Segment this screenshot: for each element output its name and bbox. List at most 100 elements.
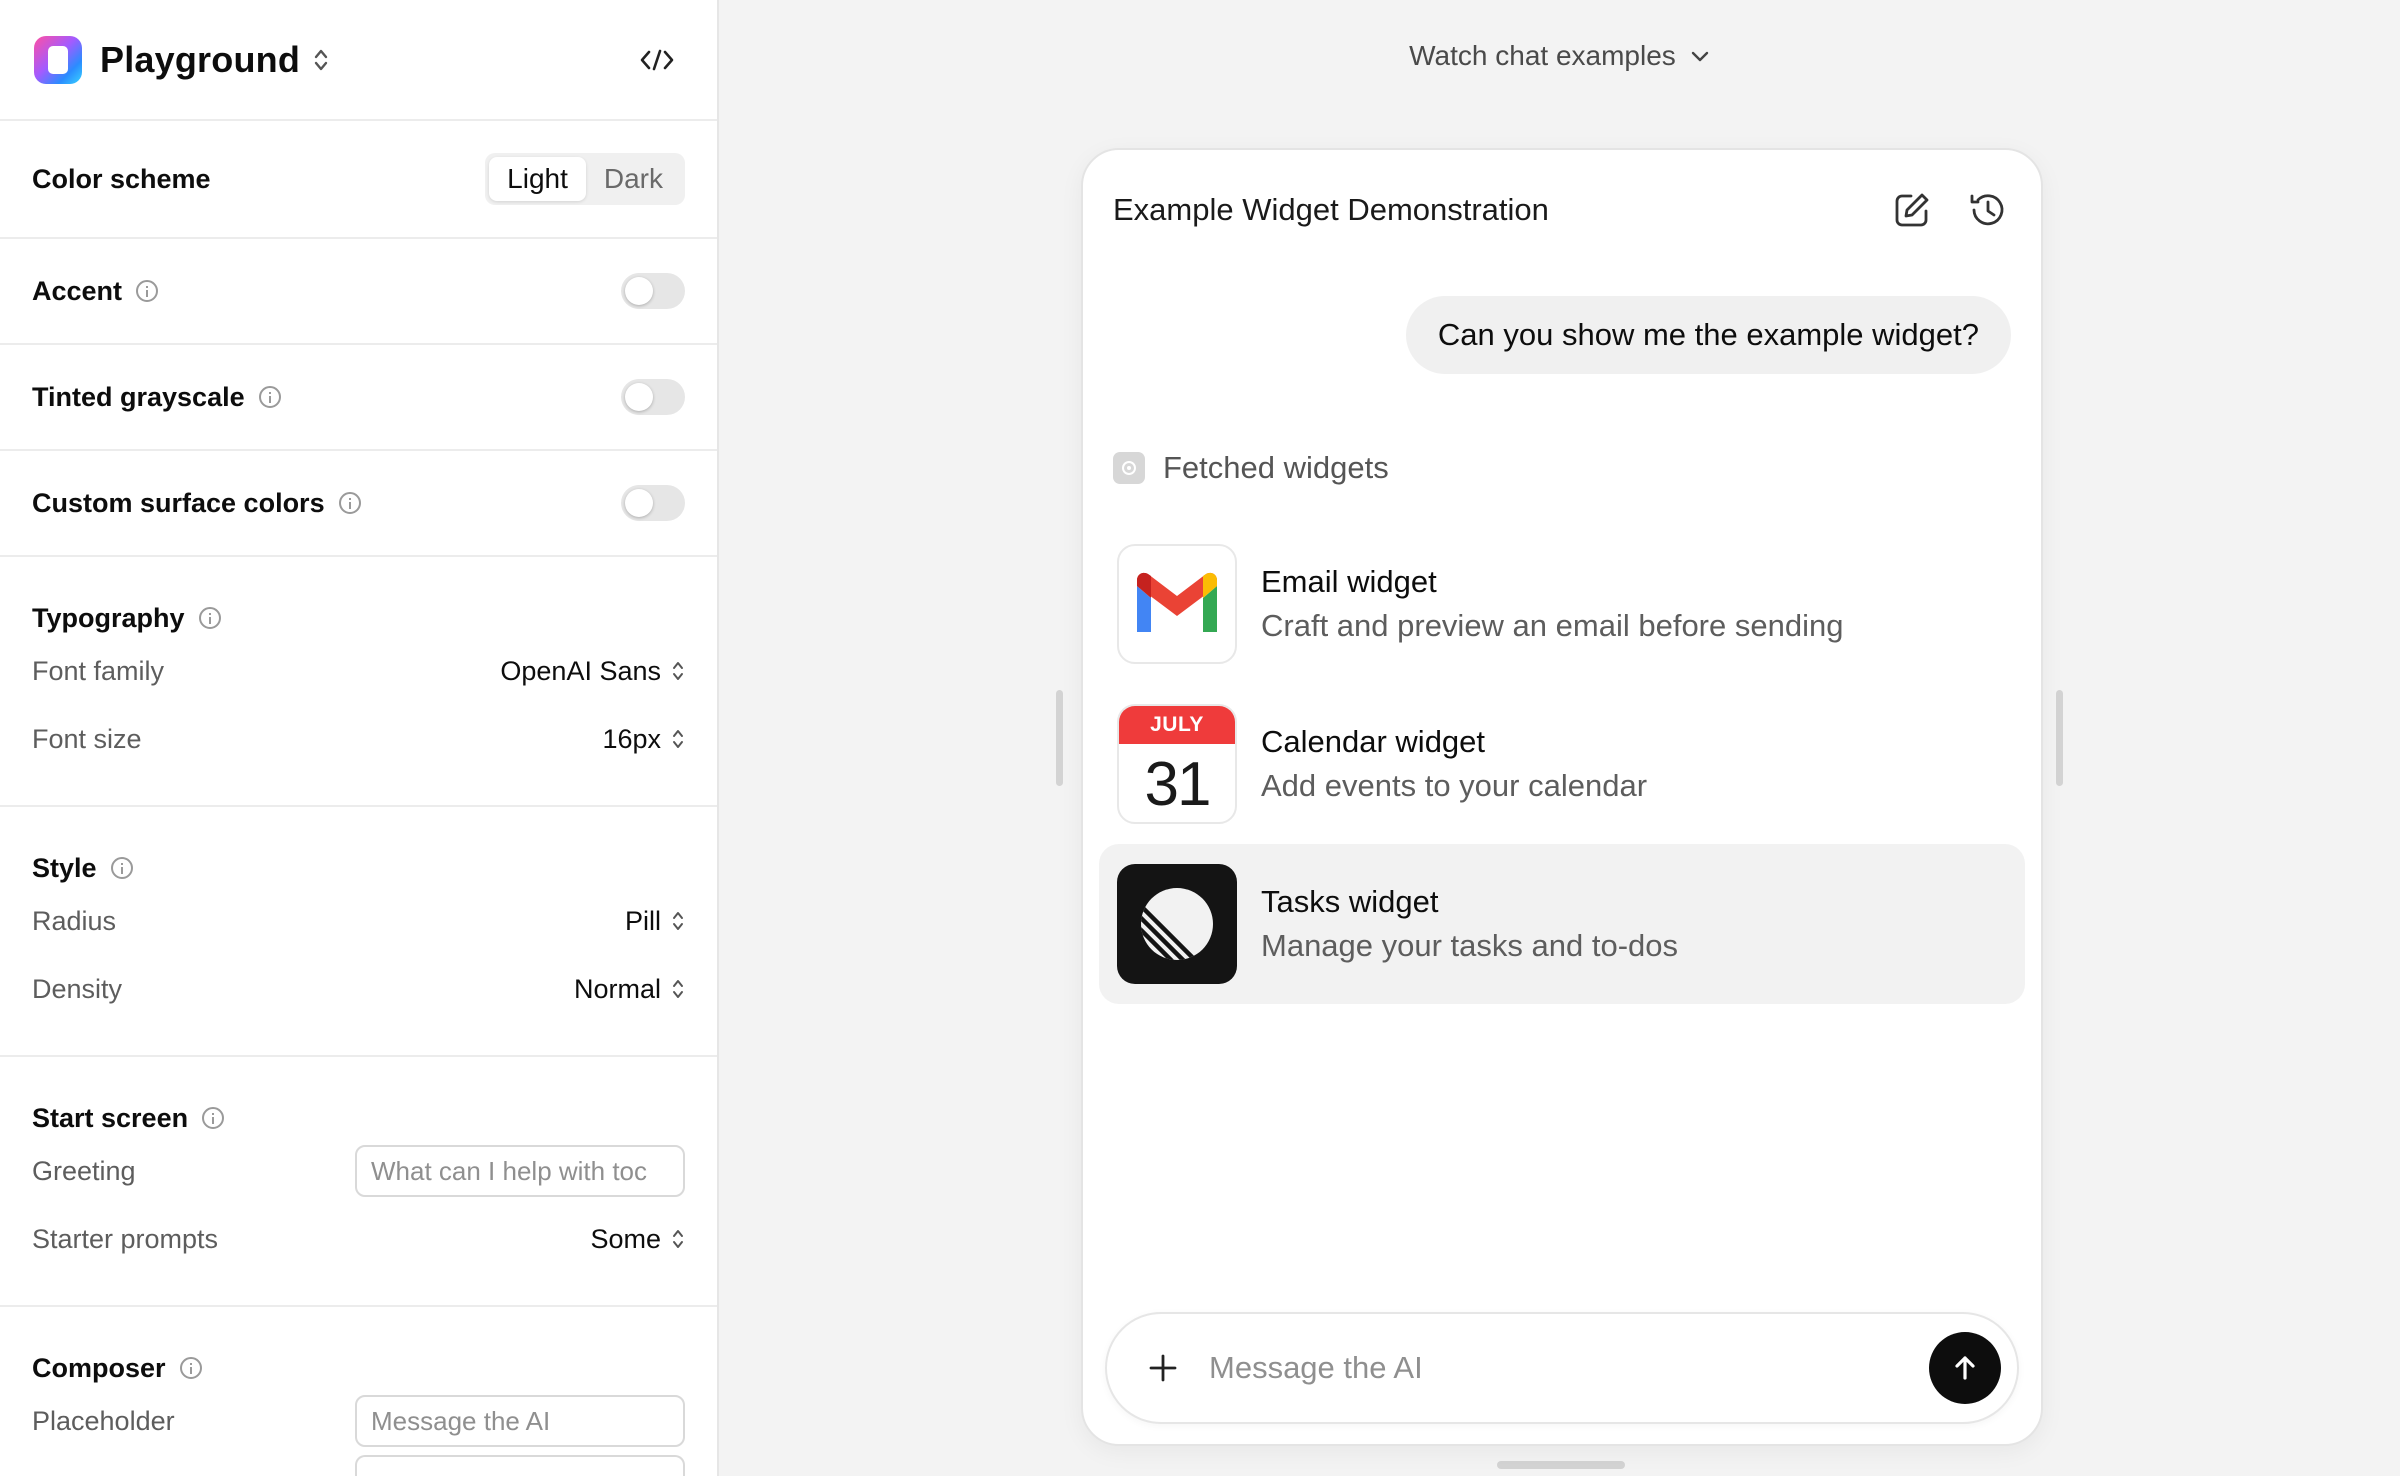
calendar-day: 31: [1144, 749, 1212, 819]
greeting-label: Greeting: [32, 1155, 136, 1186]
style-heading-text: Style: [32, 852, 97, 883]
font-family-select[interactable]: OpenAI Sans: [500, 656, 685, 687]
font-family-label: Font family: [32, 655, 165, 686]
start-screen-heading: Start screen: [32, 1102, 225, 1134]
chevron-updown-icon[interactable]: [312, 46, 330, 74]
widget-text: Email widget Craft and preview an email …: [1261, 564, 1843, 644]
font-size-select[interactable]: 16px: [602, 724, 685, 755]
style-section: Style Radius Pill Density Normal: [0, 807, 717, 1057]
chat-header-actions: [1889, 187, 2011, 233]
accent-label-text: Accent: [32, 275, 123, 306]
density-value: Normal: [573, 973, 661, 1004]
widget-list: Email widget Craft and preview an email …: [1099, 524, 2025, 1004]
new-chat-button[interactable]: [1889, 187, 1935, 233]
color-scheme-dark-option[interactable]: Dark: [586, 157, 681, 201]
tasks-icon: [1117, 864, 1237, 984]
tool-icon: [1113, 452, 1145, 484]
color-scheme-section: Color scheme Light Dark: [0, 121, 717, 239]
font-size-label: Font size: [32, 723, 142, 754]
placeholder-label: Placeholder: [32, 1405, 175, 1436]
widget-description: Craft and preview an email before sendin…: [1261, 608, 1844, 643]
widget-item-email[interactable]: Email widget Craft and preview an email …: [1099, 524, 2025, 684]
resize-handle-right[interactable]: [2056, 690, 2063, 786]
plus-icon: [1149, 1354, 1177, 1382]
resize-handle-left[interactable]: [1056, 690, 1063, 786]
radius-value: Pill: [624, 905, 661, 936]
color-scheme-toggle: Light Dark: [485, 153, 685, 205]
composer-heading-text: Composer: [32, 1352, 166, 1383]
radius-label: Radius: [32, 905, 117, 936]
gmail-icon: [1117, 544, 1237, 664]
widget-description: Add events to your calendar: [1261, 768, 1648, 803]
info-icon[interactable]: [258, 386, 281, 408]
starter-prompts-value: Some: [590, 1223, 661, 1254]
chevron-updown-icon: [671, 657, 685, 685]
app-logo-icon: [34, 35, 82, 84]
attach-button[interactable]: [1143, 1348, 1183, 1388]
accent-label: Accent: [32, 275, 159, 307]
chat-title: Example Widget Demonstration: [1113, 192, 1549, 227]
tinted-grayscale-label: Tinted grayscale: [32, 382, 281, 413]
info-icon[interactable]: [179, 1357, 202, 1379]
typography-section: Typography Font family OpenAI Sans Font …: [0, 557, 717, 807]
chevron-updown-icon: [671, 907, 685, 935]
widget-description: Manage your tasks and to-dos: [1261, 928, 1679, 963]
custom-surface-colors-toggle[interactable]: [621, 485, 685, 521]
send-button[interactable]: [1929, 1332, 2001, 1404]
widget-item-calendar[interactable]: JULY 31 Calendar widget Add events to yo…: [1099, 684, 2025, 844]
fetched-widgets-label: Fetched widgets: [1163, 450, 1389, 485]
custom-surface-colors-label-text: Custom surface colors: [32, 487, 325, 518]
density-select[interactable]: Normal: [574, 974, 685, 1005]
settings-sidebar: Playground Color scheme Light Dark Accen…: [0, 0, 719, 1476]
user-message-bubble: Can you show me the example widget?: [1405, 296, 2011, 374]
widget-text: Tasks widget Manage your tasks and to-do…: [1261, 884, 1678, 964]
info-icon[interactable]: [338, 492, 361, 514]
info-icon[interactable]: [202, 1107, 225, 1129]
composer-section: Composer Placeholder Message the AI: [0, 1307, 717, 1476]
app-title[interactable]: Playground: [100, 39, 300, 81]
fetched-widgets-status: Fetched widgets: [1113, 450, 1389, 486]
tinted-grayscale-label-text: Tinted grayscale: [32, 381, 245, 412]
sidebar-header: Playground: [0, 0, 717, 121]
info-icon[interactable]: [136, 280, 159, 302]
greeting-input[interactable]: What can I help with toc: [355, 1145, 685, 1197]
message-composer: Message the AI: [1105, 1312, 2019, 1424]
custom-surface-colors-section: Custom surface colors: [0, 451, 717, 557]
start-screen-heading-text: Start screen: [32, 1102, 189, 1133]
edit-icon: [1895, 193, 1929, 227]
accent-toggle[interactable]: [621, 273, 685, 309]
starter-prompts-select[interactable]: Some: [590, 1224, 685, 1255]
resize-handle-bottom[interactable]: [1497, 1461, 1625, 1469]
widget-title: Calendar widget: [1261, 724, 1486, 759]
message-input[interactable]: Message the AI: [1209, 1350, 1929, 1386]
chevron-updown-icon: [671, 1225, 685, 1253]
watch-chat-examples-dropdown[interactable]: Watch chat examples: [721, 40, 2400, 72]
chevron-updown-icon: [671, 725, 685, 753]
view-code-button[interactable]: [635, 38, 679, 82]
history-button[interactable]: [1965, 187, 2011, 233]
tinted-grayscale-section: Tinted grayscale: [0, 345, 717, 451]
typography-heading: Typography: [32, 603, 221, 634]
code-icon: [640, 49, 674, 71]
starter-prompts-label: Starter prompts: [32, 1223, 219, 1254]
composer-extra-input[interactable]: [355, 1455, 685, 1476]
info-icon[interactable]: [198, 607, 221, 629]
placeholder-input[interactable]: Message the AI: [355, 1395, 685, 1447]
color-scheme-light-option[interactable]: Light: [489, 157, 586, 201]
widget-text: Calendar widget Add events to your calen…: [1261, 724, 1647, 804]
watch-chat-examples-label: Watch chat examples: [1409, 40, 1676, 71]
chat-header: Example Widget Demonstration: [1113, 180, 2011, 240]
widget-item-tasks[interactable]: Tasks widget Manage your tasks and to-do…: [1099, 844, 2025, 1004]
density-label: Density: [32, 973, 123, 1004]
custom-surface-colors-label: Custom surface colors: [32, 488, 361, 519]
arrow-up-icon: [1955, 1356, 1975, 1380]
tinted-grayscale-toggle[interactable]: [621, 379, 685, 415]
style-heading: Style: [32, 853, 133, 884]
composer-heading: Composer: [32, 1353, 202, 1384]
chevron-down-icon: [1691, 51, 1709, 62]
font-size-value: 16px: [602, 723, 661, 754]
radius-select[interactable]: Pill: [625, 906, 685, 937]
info-icon[interactable]: [110, 857, 133, 879]
chat-window: Example Widget Demonstration Can you sho…: [1081, 148, 2043, 1446]
chevron-updown-icon: [671, 975, 685, 1003]
